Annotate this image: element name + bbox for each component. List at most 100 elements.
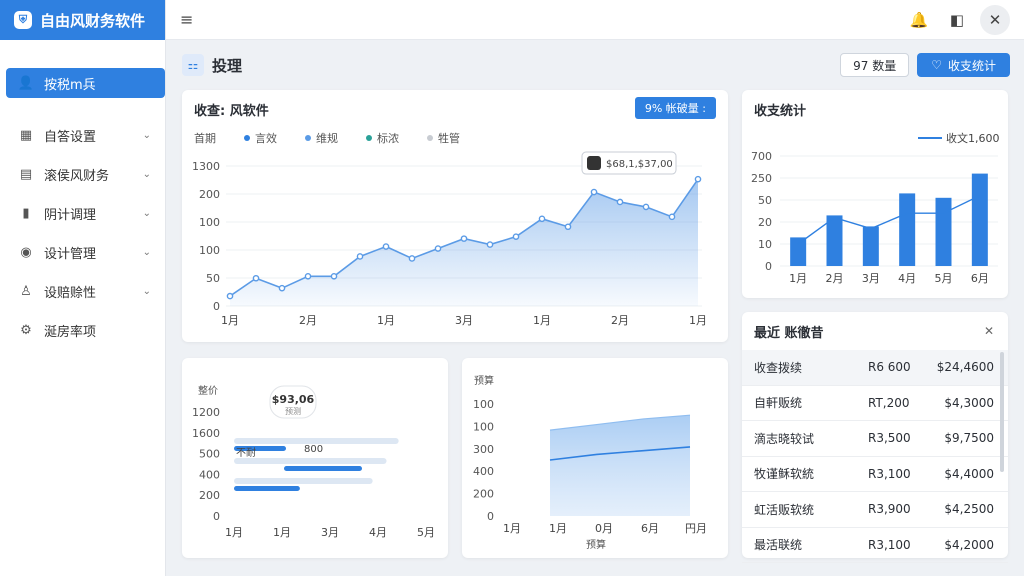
bar [284,466,362,471]
gear-icon: ⚙ [20,323,32,338]
bar-chart-icon: ▮ [22,206,30,221]
sidebar-item-6[interactable]: ⚙ 涎房率项 [0,311,165,350]
y-tick-label: 50 [758,194,772,207]
y-tick-label: 100 [473,398,494,411]
app-brand[interactable]: ⛨ 自由风财务软件 [0,0,165,40]
horizontal-bar-chart: 整价 0 200 400 500 1600 1200 1月 1月 3月 4月 5月 $93,06预测不耐… [192,384,435,539]
y-tick-label: 1300 [192,160,220,173]
y-tick-label: 100 [473,420,494,433]
table-row[interactable]: 滴志晓较试 R3,500 $9,7500 [742,421,1008,457]
line-area-fill [230,179,698,306]
chevron-down-icon[interactable]: ⌄ [143,286,151,297]
x-tick-label: 5月 [417,526,435,539]
bar-label: 不耐 [236,446,256,459]
table-row[interactable]: 虹活贩软统 R3,900 $4,2500 [742,492,1008,528]
y-tick-label: 200 [473,488,494,501]
sidebar-item-0[interactable]: 👤 按税m兵 [6,68,165,98]
x-tick-label: 1月 [377,314,395,327]
bar-track [234,458,387,464]
x-tick-label: 2月 [299,314,317,327]
chevron-down-icon[interactable]: ⌄ [143,130,151,141]
bar-chart: 收文1,600 0 10 20 50 250 700 1月 2月 3月 4月 5月 6月 [751,131,1000,285]
sidebar-item-1[interactable]: ▦ 自答设置 ⌄ [0,116,165,155]
table-row[interactable]: 收查拨续 R6 600 $24,4600 [742,350,1008,386]
bar-track [234,478,373,484]
sidebar-item-2[interactable]: ▤ 滚侯风财务 ⌄ [0,155,165,194]
x-tick-label: 4月 [898,272,916,285]
chevron-down-icon[interactable]: ⌄ [143,208,151,219]
x-tick-label: 円月 [685,522,707,535]
y-axis-label: 预算 [474,374,494,387]
x-tick-label: 0月 [595,522,613,535]
y-tick-label: 500 [199,448,220,461]
y-tick-label: 100 [199,216,220,229]
y-tick-label: 200 [199,489,220,502]
bell-icon[interactable]: 🔔 [904,5,934,35]
data-point [278,284,286,292]
bar [971,173,988,266]
upper-area [550,415,690,516]
y-tick-label: 0 [213,300,220,313]
y-tick-label: 400 [199,468,220,481]
scrollbar[interactable] [1000,352,1004,472]
app-title: 自由风财务软件 [40,11,146,30]
document-icon: ▤ [19,167,33,182]
sidebar-item-4[interactable]: ◉ 设计管理 ⌄ [0,233,165,272]
data-point [226,292,234,300]
y-tick-label: 0 [487,510,494,523]
data-point [460,235,468,242]
close-icon[interactable]: ✕ [984,324,994,338]
sidebar-item-5[interactable]: ♙ 设赔赊性 ⌄ [0,272,165,311]
stats-button-label: 收支统计 [947,58,996,73]
area-chart: 预算02004003001001001月 1月 0月 6月 円月预算 [473,374,707,551]
y-axis-label: 整价 [198,384,218,397]
stats-button[interactable]: ♡ 收支统计 [917,53,1010,77]
shield-logo-icon: ⛨ [14,11,32,29]
chevron-down-icon[interactable]: ⌄ [143,247,151,258]
recent-card: 最近 账徹昔 ✕ 收查拨续 R6 600 $24,4600 自軒贩统 RT,200 $4… [742,312,1008,563]
quantity-button[interactable]: 97 数量 [840,53,910,77]
x-tick-label: 2月 [611,314,629,327]
close-icon[interactable]: ✕ [980,4,1010,35]
page-icon: ⚏ [182,54,204,76]
data-point [252,274,260,282]
badge-value: $93,06 [272,393,315,406]
data-point [408,255,416,262]
sidebar-item-3[interactable]: ▮ 阴计调理 ⌄ [0,194,165,233]
data-point [356,253,364,260]
y-tick-label: 20 [758,216,772,229]
page-header: ⚏ 投理 97 数量 ♡ 收支统计 [182,52,1010,78]
y-tick-label: 50 [206,272,220,285]
hamburger-menu-icon[interactable]: ≡ [180,10,193,29]
switch-icon: ◉ [20,245,32,260]
sidebar-item-label: 按税m兵 [44,77,96,93]
y-tick-label: 300 [473,443,494,456]
sidebar-item-label: 阴计调理 [44,208,97,223]
data-point [694,175,702,183]
data-point [304,272,312,280]
table-row[interactable]: 最活联统 R3,100 $4,2000 [742,528,1008,563]
data-point [538,215,546,223]
hbar-card: 整价 0 200 400 500 1600 1200 1月 1月 3月 4月 5月 $93,06 预测 不耐… [182,358,448,558]
x-tick-label: 1月 [225,526,243,539]
topbar: ≡ 🔔 ◧ ✕ [166,0,1024,40]
page-title: 投理 [212,56,243,75]
y-tick-label: 200 [199,188,220,201]
main-line-chart: 0 50 100 100 200 1300 1月 2月 1月 3月 1月 2月 1月 $68,1,$37,… [192,151,707,327]
tooltip-icon [587,156,601,171]
sidebar-item-label: 设计管理 [44,247,97,262]
data-point [668,213,676,221]
x-tick-label: 1月 [503,522,521,535]
x-tick-label: 2月 [826,272,844,285]
profile-icon[interactable]: ◧ [942,5,972,35]
x-tick-label: 3月 [862,272,880,285]
y-tick-label: 100 [199,244,220,257]
data-point [564,223,572,231]
table-row[interactable]: 牧谨稣软統 R3,100 $4,4000 [742,457,1008,492]
data-point [590,188,598,196]
data-point [330,272,338,280]
x-tick-label: 1月 [533,314,551,327]
chevron-down-icon[interactable]: ⌄ [143,169,151,180]
y-tick-label: 10 [758,238,772,251]
table-row[interactable]: 自軒贩统 RT,200 $4,3000 [742,386,1008,421]
